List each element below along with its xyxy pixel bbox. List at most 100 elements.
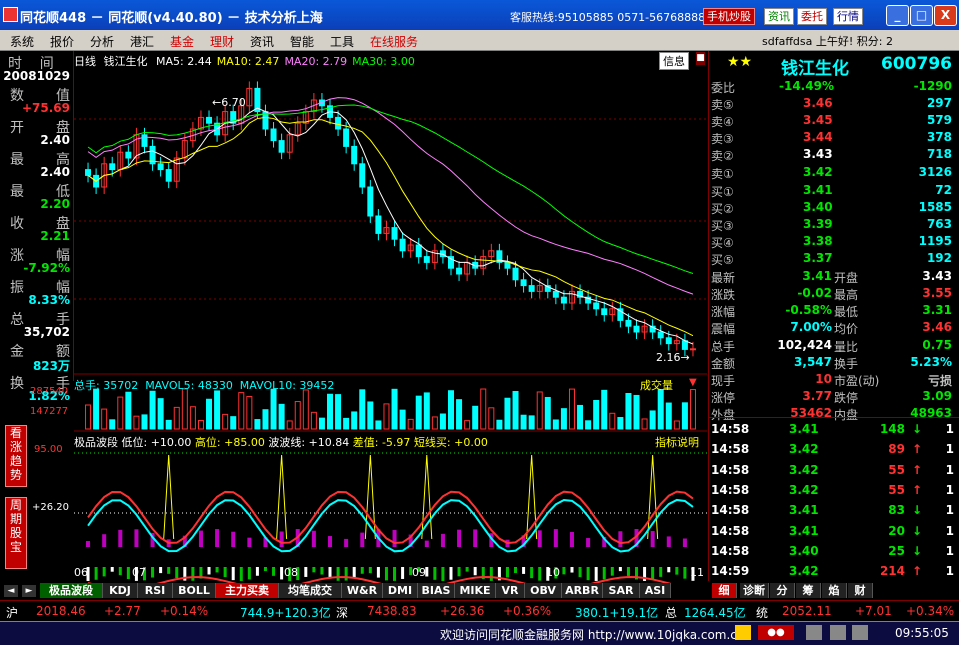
status-badge[interactable]: ●● bbox=[758, 625, 794, 640]
indicator-lower-bar bbox=[578, 567, 582, 578]
left-info-label: 最 bbox=[10, 152, 24, 168]
quote-stock-code: 600796 bbox=[881, 54, 952, 74]
detail-tab[interactable]: 筹 bbox=[796, 583, 821, 598]
sell-volume: 297 bbox=[926, 96, 952, 111]
menu-online-service[interactable]: 在线服务 bbox=[370, 33, 418, 50]
collapse-icon[interactable]: ■ bbox=[696, 52, 705, 65]
sound-icon[interactable] bbox=[830, 625, 846, 640]
detail-tab[interactable]: 诊断 bbox=[740, 583, 769, 598]
detail-tab[interactable]: 财 bbox=[848, 583, 873, 598]
indicator-tab[interactable]: DMI bbox=[383, 583, 418, 598]
menu-finance[interactable]: 理财 bbox=[210, 33, 234, 50]
volume-bar bbox=[335, 394, 342, 430]
menu-tools[interactable]: 工具 bbox=[330, 33, 354, 50]
volume-bar bbox=[351, 411, 358, 430]
indicator-tab[interactable]: RSI bbox=[138, 583, 173, 598]
sz-amount: 380.1+19.1亿 bbox=[575, 606, 659, 620]
stat-value2: 3.09 bbox=[922, 388, 952, 403]
kline-chart[interactable] bbox=[74, 51, 707, 583]
main-chart-area[interactable]: 日线 钱江生化 MA5: 2.44 MA10: 2.47 MA20: 2.79 MA3… bbox=[74, 51, 707, 583]
indicator-tab[interactable]: W&R bbox=[342, 583, 383, 598]
candle bbox=[504, 261, 511, 269]
menu-analysis[interactable]: 分析 bbox=[90, 33, 114, 50]
mobile-trade-button[interactable]: 手机炒股 bbox=[703, 8, 755, 25]
x-axis-label: 09 bbox=[412, 566, 426, 579]
x-axis-label: 06 bbox=[74, 566, 88, 579]
indicator-tab[interactable]: BOLL bbox=[173, 583, 216, 598]
indicator-tab[interactable]: VR bbox=[496, 583, 525, 598]
volume-bar bbox=[93, 388, 100, 430]
menu-smart[interactable]: 智能 bbox=[290, 33, 314, 50]
news-button[interactable]: 资讯 bbox=[764, 8, 794, 25]
menu-fund[interactable]: 基金 bbox=[170, 33, 194, 50]
candle bbox=[85, 169, 92, 176]
stat-value2: 3.46 bbox=[922, 320, 952, 335]
indicator-tab[interactable]: BIAS bbox=[418, 583, 455, 598]
sell-row: 卖③ 3.44 378 bbox=[709, 129, 959, 146]
volume-bar bbox=[617, 417, 624, 430]
volume-bar bbox=[286, 420, 293, 430]
volume-bar bbox=[117, 396, 124, 430]
welcome-text[interactable]: 欢迎访问同花顺金融服务网 http://www.10jqka.com.cn bbox=[440, 626, 745, 643]
indicator-tab[interactable]: 极品波段 bbox=[40, 583, 103, 598]
indicator-lower-bar bbox=[618, 567, 622, 572]
tick-volume: 55 bbox=[888, 482, 905, 497]
arrow-up-icon: ↑ bbox=[911, 442, 922, 457]
indicator-tab[interactable]: SAR bbox=[603, 583, 640, 598]
buy-row: 买⑤ 3.37 192 bbox=[709, 250, 959, 267]
order-button[interactable]: 委托 bbox=[797, 8, 827, 25]
side-tab-cycle[interactable]: 周期股宝 bbox=[5, 497, 27, 569]
indicator-tab[interactable]: ARBR bbox=[562, 583, 603, 598]
indicator-tab[interactable]: 均笔成交 bbox=[279, 583, 342, 598]
minimize-icon[interactable]: _ bbox=[886, 5, 909, 26]
candle bbox=[552, 290, 559, 298]
tick-row: 14:58 3.42 89 ↑ 1 bbox=[709, 441, 959, 461]
menu-quote[interactable]: 报价 bbox=[50, 33, 74, 50]
indicator-tab[interactable]: ASI bbox=[640, 583, 671, 598]
tick-price: 3.42 bbox=[789, 462, 819, 477]
x-axis-label: 07 bbox=[132, 566, 146, 579]
settings-icon[interactable] bbox=[852, 625, 868, 640]
tab-scroll-left-icon[interactable]: ◄ bbox=[4, 585, 18, 597]
indicator-lower-bar bbox=[255, 567, 259, 576]
close-icon[interactable]: X bbox=[934, 5, 957, 26]
indicator-tab[interactable]: MIKE bbox=[455, 583, 496, 598]
indicator-tab[interactable]: 主力买卖 bbox=[216, 583, 279, 598]
indicator-tab[interactable]: KDJ bbox=[103, 583, 138, 598]
detail-tab[interactable]: 分 bbox=[770, 583, 795, 598]
mail-icon[interactable] bbox=[735, 625, 751, 640]
weibi-row: 委比 -14.49% -1290 bbox=[709, 78, 959, 95]
indicator-spike bbox=[421, 454, 433, 540]
volume-dropdown-icon[interactable]: ▼ bbox=[689, 377, 697, 388]
sell-volume: 3126 bbox=[918, 164, 952, 179]
info-button[interactable]: 信息 bbox=[659, 52, 689, 70]
quote-button[interactable]: 行情 bbox=[833, 8, 863, 25]
tab-scroll-right-icon[interactable]: ► bbox=[22, 585, 36, 597]
menu-info[interactable]: 资讯 bbox=[250, 33, 274, 50]
detail-tab[interactable]: 细 bbox=[712, 583, 737, 598]
volume-bar bbox=[488, 407, 495, 430]
left-info-label: 收 bbox=[10, 216, 24, 232]
side-tab-trend[interactable]: 看涨趋势 bbox=[5, 425, 27, 487]
tick-row: 14:58 3.41 148 ↓ 1 bbox=[709, 421, 959, 441]
stat-row: 现手 10 市盈(动) 亏损 bbox=[709, 371, 959, 388]
stat-label: 涨跌 bbox=[711, 288, 736, 303]
indicator-bar bbox=[344, 538, 349, 547]
volume-bar bbox=[447, 390, 454, 430]
tong-pct: +0.34% bbox=[906, 604, 955, 618]
detail-tab[interactable]: 焰 bbox=[822, 583, 847, 598]
indicator-lower-bar bbox=[489, 567, 493, 581]
index-ticker-bar[interactable]: 沪 2018.46 +2.77 +0.14% 744.9+120.3亿 深 74… bbox=[0, 600, 959, 621]
tick-count: 1 bbox=[945, 503, 954, 518]
tick-time: 14:58 bbox=[711, 462, 750, 477]
indicator-tab[interactable]: OBV bbox=[525, 583, 562, 598]
menu-system[interactable]: 系统 bbox=[10, 33, 34, 50]
candle bbox=[375, 215, 382, 234]
menu-hk-fx[interactable]: 港汇 bbox=[130, 33, 154, 50]
volume-bar bbox=[633, 394, 640, 430]
sell-label: 卖③ bbox=[711, 132, 734, 147]
candle bbox=[423, 256, 430, 263]
volume-label[interactable]: 成交量 bbox=[640, 377, 673, 393]
maximize-icon[interactable]: □ bbox=[910, 5, 933, 26]
indicator-help-button[interactable]: 指标说明 bbox=[655, 434, 699, 450]
